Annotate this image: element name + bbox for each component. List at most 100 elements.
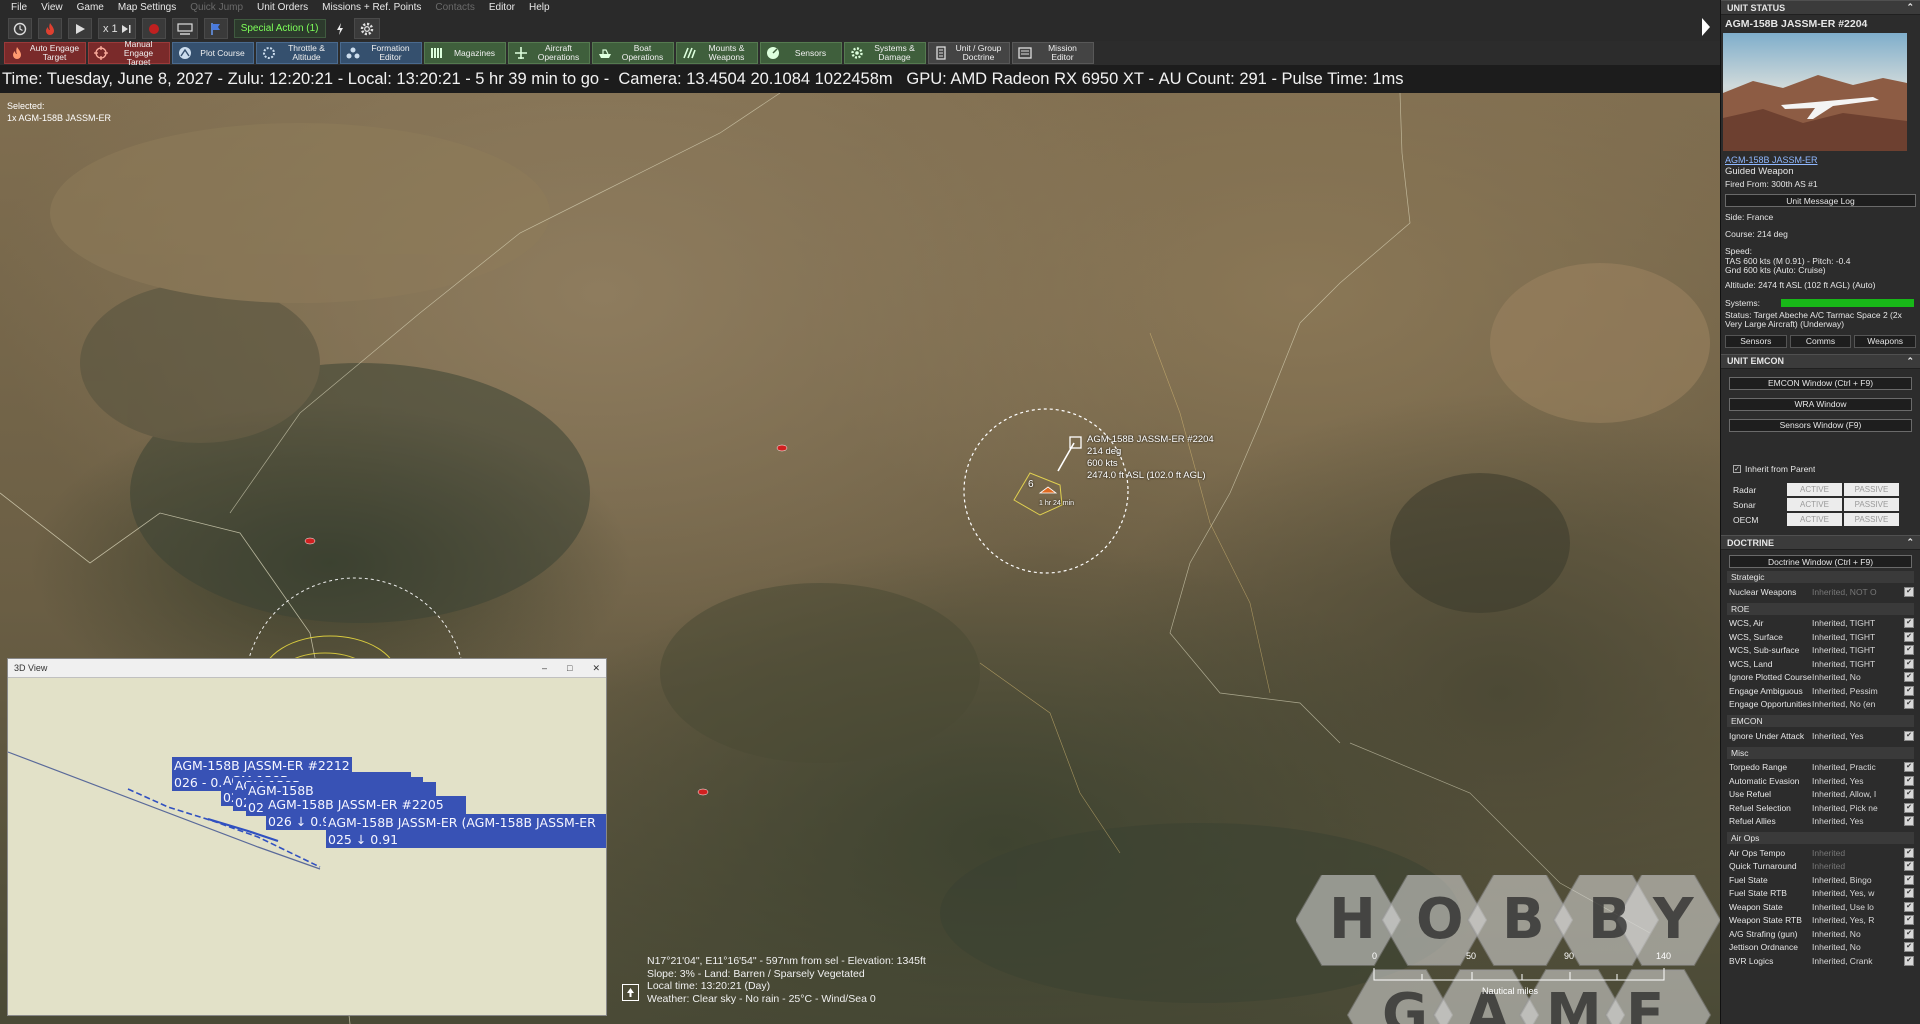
doctrine-setting-value[interactable]: Inherited, No (1812, 942, 1904, 952)
doctrine-setting-value[interactable]: Inherited, Practic (1812, 762, 1904, 772)
unit-map-label[interactable]: AGM-158B JASSM-ER #2204 214 deg 600 kts … (1087, 434, 1214, 482)
wra-window-button[interactable]: WRA Window (1729, 397, 1912, 411)
dropdown-icon[interactable]: ✔ (1904, 762, 1914, 773)
doctrine-row[interactable]: Weapon State RTB Inherited, Yes, R ✔ (1721, 914, 1920, 928)
plot-course-button[interactable]: Plot Course (172, 42, 254, 64)
tab-sensors[interactable]: Sensors (1725, 334, 1787, 348)
doctrine-setting-value[interactable]: Inherited, Crank (1812, 956, 1904, 966)
doctrine-row[interactable]: Quick Turnaround Inherited ✔ (1721, 860, 1920, 874)
unit-status-header[interactable]: UNIT STATUS ⌃ (1721, 0, 1920, 15)
mission-editor-button[interactable]: Mission Editor (1012, 42, 1094, 64)
manual-engage-target-button[interactable]: Manual Engage Target (88, 39, 170, 66)
lightning-button[interactable] (332, 18, 348, 39)
doctrine-row[interactable]: BVR Logics Inherited, Crank ✔ (1721, 954, 1920, 968)
doctrine-row[interactable]: Fuel State RTB Inherited, Yes, w ✔ (1721, 887, 1920, 901)
doctrine-setting-value[interactable]: Inherited, Yes (1812, 816, 1904, 826)
dropdown-icon[interactable]: ✔ (1904, 942, 1914, 953)
doctrine-setting-value[interactable]: Inherited, Yes, R (1812, 915, 1904, 925)
dropdown-icon[interactable]: ✔ (1904, 699, 1914, 710)
dropdown-icon[interactable]: ✔ (1904, 631, 1914, 642)
view-3d-scene[interactable]: AGM-158B JASSM-ER #2212 026 - 0.91 AGM-1… (8, 679, 606, 1016)
doctrine-setting-value[interactable]: Inherited, Pick ne (1812, 803, 1904, 813)
oecm-passive-button[interactable]: PASSIVE (1844, 513, 1899, 526)
menu-view[interactable]: View (34, 0, 70, 16)
menu-file[interactable]: File (4, 0, 34, 16)
record-button[interactable] (141, 18, 166, 39)
doctrine-setting-value[interactable]: Inherited, TIGHT (1812, 645, 1904, 655)
flag-button[interactable] (203, 18, 228, 39)
doctrine-row[interactable]: Use Refuel Inherited, Allow, I ✔ (1721, 788, 1920, 802)
doctrine-row[interactable]: A/G Strafing (gun) Inherited, No ✔ (1721, 927, 1920, 941)
boat-operations-button[interactable]: Boat Operations (592, 42, 674, 64)
dropdown-icon[interactable]: ✔ (1904, 730, 1914, 741)
doctrine-setting-value[interactable]: Inherited, Bingo (1812, 875, 1904, 885)
dropdown-icon[interactable]: ✔ (1904, 789, 1914, 800)
collapse-icon[interactable]: ⌃ (1906, 356, 1914, 367)
sonar-passive-button[interactable]: PASSIVE (1844, 498, 1899, 511)
doctrine-setting-value[interactable]: Inherited (1812, 848, 1904, 858)
auto-engage-target-button[interactable]: Auto Engage Target (4, 42, 86, 64)
minimize-icon[interactable]: – (542, 663, 547, 674)
collapse-icon[interactable]: ⌃ (1906, 537, 1914, 548)
doctrine-row[interactable]: Jettison Ordnance Inherited, No ✔ (1721, 941, 1920, 955)
doctrine-row[interactable]: Engage Ambiguous Inherited, Pessim ✔ (1721, 684, 1920, 698)
oecm-active-button[interactable]: ACTIVE (1787, 513, 1842, 526)
menu-game[interactable]: Game (70, 0, 111, 16)
missile-tag[interactable]: AGM-158B JASSM-ER (AGM-158B JASSM-ER 025… (326, 814, 606, 848)
dropdown-icon[interactable]: ✔ (1904, 928, 1914, 939)
doctrine-header[interactable]: DOCTRINE ⌃ (1721, 535, 1920, 550)
dropdown-icon[interactable]: ✔ (1904, 685, 1914, 696)
panel-collapse-icon[interactable] (1700, 16, 1712, 38)
doctrine-setting-value[interactable]: Inherited, Use lo (1812, 902, 1904, 912)
doctrine-setting-value[interactable]: Inherited (1812, 861, 1904, 871)
doctrine-row[interactable]: Engage Opportunities Inherited, No (en ✔ (1721, 698, 1920, 712)
doctrine-row[interactable]: Automatic Evasion Inherited, Yes ✔ (1721, 774, 1920, 788)
doctrine-setting-value[interactable]: Inherited, Yes (1812, 731, 1904, 741)
dropdown-icon[interactable]: ✔ (1904, 645, 1914, 656)
tab-weapons[interactable]: Weapons (1854, 334, 1917, 348)
systems-damage-button[interactable]: Systems & Damage (844, 42, 926, 64)
dropdown-icon[interactable]: ✔ (1904, 672, 1914, 683)
doctrine-row[interactable]: WCS, Sub-surface Inherited, TIGHT ✔ (1721, 644, 1920, 658)
doctrine-setting-value[interactable]: Inherited, No (1812, 929, 1904, 939)
doctrine-setting-value[interactable]: Inherited, Yes, w (1812, 888, 1904, 898)
dropdown-icon[interactable]: ✔ (1904, 874, 1914, 885)
unit-message-log-button[interactable]: Unit Message Log (1725, 194, 1916, 207)
menu-help[interactable]: Help (522, 0, 557, 16)
doctrine-row[interactable]: Air Ops Tempo Inherited ✔ (1721, 846, 1920, 860)
dropdown-icon[interactable]: ✔ (1904, 586, 1914, 597)
settings-button[interactable] (353, 18, 380, 39)
mounts-weapons-button[interactable]: Mounts & Weapons (676, 42, 758, 64)
doctrine-row[interactable]: WCS, Surface Inherited, TIGHT ✔ (1721, 630, 1920, 644)
dropdown-icon[interactable]: ✔ (1904, 618, 1914, 629)
dropdown-icon[interactable]: ✔ (1904, 775, 1914, 786)
doctrine-setting-value[interactable]: Inherited, TIGHT (1812, 659, 1904, 669)
unit-emcon-header[interactable]: UNIT EMCON ⌃ (1721, 353, 1920, 369)
radar-passive-button[interactable]: PASSIVE (1844, 483, 1899, 496)
radar-active-button[interactable]: ACTIVE (1787, 483, 1842, 496)
dropdown-icon[interactable]: ✔ (1904, 658, 1914, 669)
menu-unit-orders[interactable]: Unit Orders (250, 0, 315, 16)
inherit-checkbox[interactable]: ✓ (1733, 464, 1741, 473)
sonar-active-button[interactable]: ACTIVE (1787, 498, 1842, 511)
tab-comms[interactable]: Comms (1789, 334, 1852, 348)
maximize-icon[interactable]: □ (567, 663, 572, 674)
camera-button[interactable] (171, 18, 198, 39)
doctrine-setting-value[interactable]: Inherited, Yes (1812, 776, 1904, 786)
unit-group-doctrine-button[interactable]: Unit / Group Doctrine (928, 42, 1010, 64)
doctrine-row[interactable]: Refuel Allies Inherited, Yes ✔ (1721, 815, 1920, 829)
doctrine-setting-value[interactable]: Inherited, No (en (1812, 699, 1904, 709)
doctrine-row[interactable]: Torpedo Range Inherited, Practic ✔ (1721, 761, 1920, 775)
doctrine-row[interactable]: WCS, Air Inherited, TIGHT ✔ (1721, 617, 1920, 631)
formation-editor-button[interactable]: Formation Editor (340, 42, 422, 64)
menu-map-settings[interactable]: Map Settings (111, 0, 183, 16)
view-3d-window[interactable]: 3D View – □ ✕ AGM-158B JASSM-ER #2212 02… (7, 658, 607, 1016)
close-icon[interactable]: ✕ (592, 663, 600, 674)
dropdown-icon[interactable]: ✔ (1904, 816, 1914, 827)
collapse-icon[interactable]: ⌃ (1906, 2, 1914, 13)
doctrine-row[interactable]: Ignore Under Attack Inherited, Yes ✔ (1721, 729, 1920, 743)
doctrine-setting-value[interactable]: Inherited, Pessim (1812, 686, 1904, 696)
throttle-altitude-button[interactable]: Throttle & Altitude (256, 42, 338, 64)
doctrine-setting-value[interactable]: Inherited, Allow, I (1812, 789, 1904, 799)
sensors-window-button[interactable]: Sensors Window (F9) (1729, 418, 1912, 432)
